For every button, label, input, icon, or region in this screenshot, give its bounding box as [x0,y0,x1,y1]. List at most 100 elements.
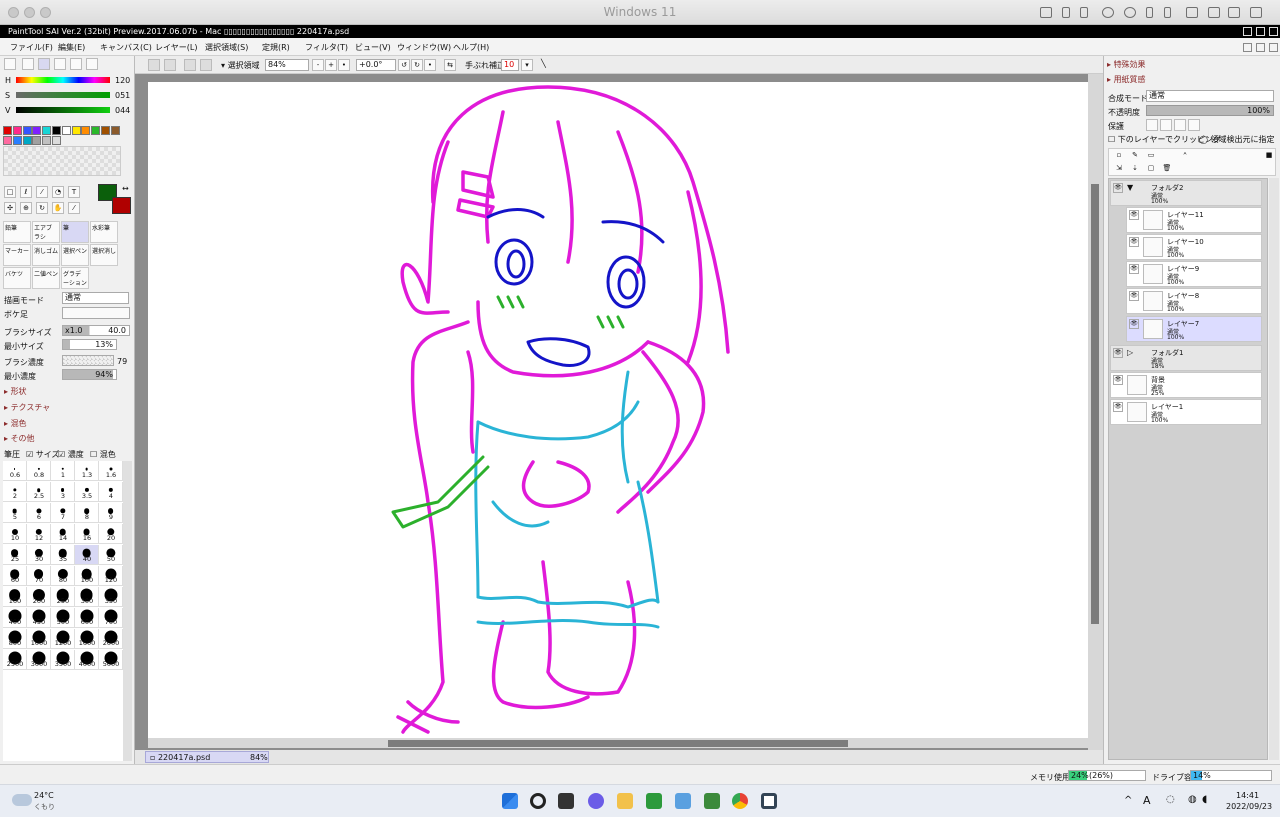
palette-swatch[interactable] [61,126,71,135]
brush-size-cell[interactable]: 40 [75,545,99,565]
teams-chat-icon[interactable] [588,793,604,809]
move-icon[interactable]: ✣ [4,202,16,214]
menu-window[interactable]: ウィンドウ(W) [397,42,451,53]
visibility-eye-icon[interactable]: 👁 [1113,375,1123,385]
doc-maximize-button[interactable] [1256,43,1265,52]
network-off-icon[interactable] [1102,7,1114,18]
brush-size-cell[interactable]: 1 [51,461,75,481]
panel-mode-3[interactable] [38,58,50,70]
tb-btn-1[interactable] [148,59,160,71]
globe-icon[interactable] [1124,7,1136,18]
microphone-icon[interactable] [1164,7,1171,18]
palette-swatch[interactable] [22,126,32,135]
layer-row[interactable]: 👁 レイヤー9 通常 100% [1126,261,1262,287]
brush-size-cell[interactable]: 300 [75,587,99,607]
canvas-vertical-scrollbar[interactable] [1088,74,1103,750]
palette-swatch[interactable] [42,136,52,145]
rotate-reset-button[interactable]: • [424,59,436,71]
layer-row[interactable]: 👁 レイヤー10 通常 100% [1126,234,1262,260]
maximize-button[interactable] [1256,27,1265,36]
flip-button[interactable]: ⇆ [444,59,456,71]
layer-row[interactable]: 👁 レイヤー7 通常 100% [1126,316,1262,342]
min-size-slider[interactable]: 13% [62,339,117,350]
pen-icon[interactable]: ╲ [541,59,546,68]
clock-time[interactable]: 14:41 [1236,791,1259,800]
brush-size-cell[interactable]: 350 [99,587,123,607]
brush-size-cell[interactable]: 4 [99,482,123,502]
brush-size-cell[interactable]: 9 [99,503,123,523]
section-texture[interactable]: ▸ テクスチャ [4,402,50,413]
wifi-icon[interactable]: ◍ [1188,794,1197,805]
lasso-icon[interactable]: ℓ [20,186,32,198]
tb-btn-2[interactable] [164,59,176,71]
rect-select-icon[interactable]: □ [4,186,16,198]
protect-transparency-button[interactable] [1146,119,1158,131]
rotate-right-button[interactable]: ↻ [411,59,423,71]
brush-size-cell[interactable]: 3500 [51,650,75,670]
palette-swatch[interactable] [32,136,42,145]
brush-grid-scrollbar[interactable] [123,461,132,761]
brush-size-cell[interactable]: 6 [27,503,51,523]
panel-mode-2[interactable] [22,58,34,70]
menu-file[interactable]: ファイル(F) [10,42,53,53]
section-other[interactable]: ▸ その他 [4,433,35,444]
brush-tool-5[interactable]: 消しゴム [32,244,60,266]
menu-help[interactable]: ヘルプ(H) [453,42,489,53]
visibility-eye-icon[interactable]: 👁 [1129,264,1139,274]
brush-size-cell[interactable]: 1000 [27,629,51,649]
brush-size-cell[interactable]: 0.6 [3,461,27,481]
doc-close-button[interactable] [1269,43,1278,52]
chrome-icon[interactable] [732,793,748,809]
task-view-icon[interactable] [558,793,574,809]
brush-size-cell[interactable]: 5 [3,503,27,523]
brush-size-cell[interactable]: 0.8 [27,461,51,481]
selection-toggle[interactable]: ▾ 選択領域 [221,60,260,71]
palette-swatch[interactable] [3,136,12,145]
transfer-down-icon[interactable]: ⇲ [1113,163,1125,175]
palette-swatch[interactable] [12,126,22,135]
visibility-eye-icon[interactable]: 👁 [1113,348,1123,358]
close-button[interactable] [1269,27,1278,36]
tb-btn-4[interactable] [200,59,212,71]
palette-swatch[interactable] [42,126,52,135]
search-icon[interactable] [530,793,546,809]
canvas-horizontal-scrollbar[interactable] [148,738,1088,748]
rotate-icon[interactable]: ↻ [36,202,48,214]
brush-size-cell[interactable]: 16 [75,524,99,544]
brush-tool-9[interactable]: 二値ペン [32,267,60,289]
brush-size-cell[interactable]: 700 [99,608,123,628]
menu-canvas[interactable]: キャンバス(C) [100,42,152,53]
tb-btn-3[interactable] [184,59,196,71]
panel-mode-5[interactable] [70,58,82,70]
layer-list-scrollbar[interactable] [1269,178,1279,760]
brush-size-cell[interactable]: 8 [75,503,99,523]
menu-edit[interactable]: 編集(E) [58,42,85,53]
brush-size-cell[interactable]: 7 [51,503,75,523]
zoom-in-button[interactable]: + [325,59,337,71]
protect-lock-button[interactable] [1188,119,1200,131]
brush-tool-3[interactable]: 水彩筆 [90,221,118,243]
minimize-button[interactable] [1243,27,1252,36]
zoom-out-button[interactable]: - [312,59,324,71]
palette-swatch[interactable] [3,126,12,135]
overflow-chevron-icon[interactable]: ^ [1124,795,1132,806]
brush-size-cell[interactable]: 1600 [75,629,99,649]
section-mix[interactable]: ▸ 混色 [4,418,27,429]
cloud-icon[interactable] [12,794,32,806]
special-fx-header[interactable]: ▸ 特殊効果 [1107,59,1146,70]
blur-edge-selector[interactable] [62,307,130,319]
stabilizer-dropdown[interactable]: ▾ [521,59,533,71]
palette-swatch[interactable] [71,126,81,135]
panel-mode-6[interactable] [86,58,98,70]
brush-size-cell[interactable]: 800 [3,629,27,649]
section-shape[interactable]: ▸ 形状 [4,386,27,397]
panel-mode-4[interactable] [54,58,66,70]
eyedropper-icon[interactable]: ⁄ [68,202,80,214]
brush-size-cell[interactable]: 160 [3,587,27,607]
layer-row[interactable]: 👁 背景 通常 25% [1110,372,1262,398]
visibility-eye-icon[interactable]: 👁 [1129,210,1139,220]
picture-icon[interactable] [1228,7,1240,18]
brush-size-cell[interactable]: 200 [27,587,51,607]
protect-move-button[interactable] [1174,119,1186,131]
brush-size-cell[interactable]: 450 [27,608,51,628]
